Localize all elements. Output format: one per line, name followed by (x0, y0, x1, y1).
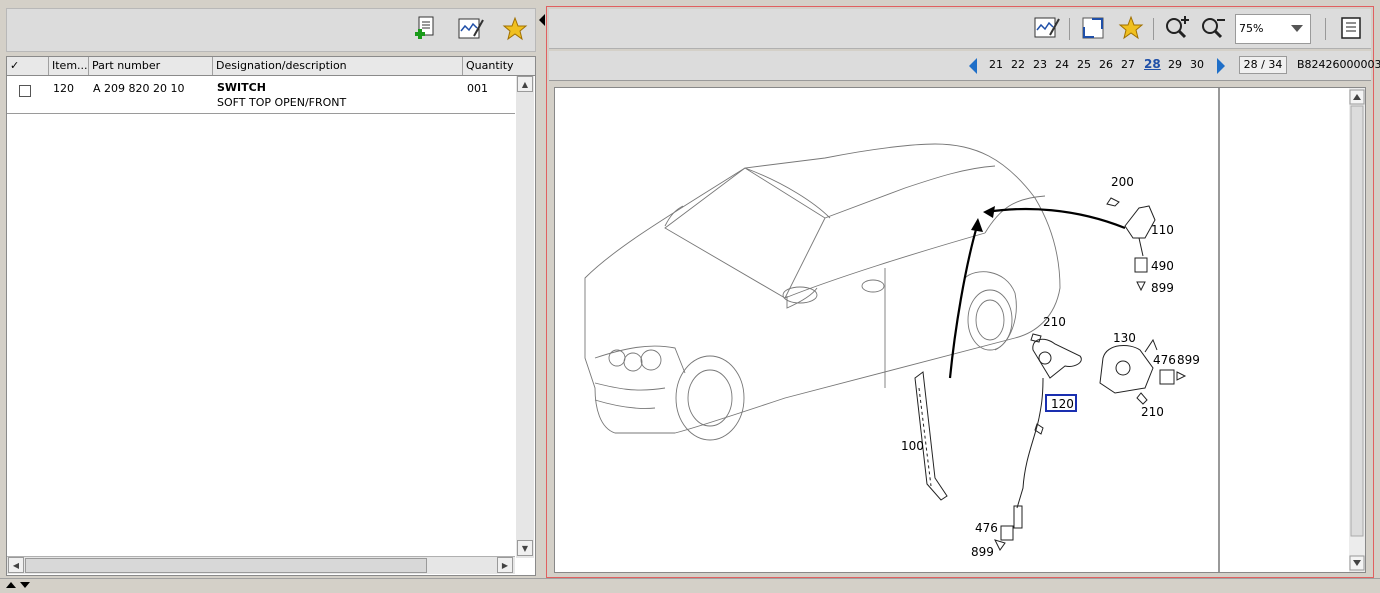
zoom-out-icon[interactable] (1199, 14, 1227, 42)
page-link[interactable]: 21 (989, 58, 1003, 71)
status-bar (0, 578, 1380, 591)
col-header-item[interactable]: Item... (49, 57, 89, 75)
row-select-checkbox[interactable] (19, 85, 31, 97)
callout-210[interactable]: 210 (1141, 405, 1164, 419)
callout-110[interactable]: 110 (1151, 223, 1174, 237)
notes-edit-icon[interactable] (457, 15, 485, 43)
col-header-select[interactable]: ✓ (7, 57, 49, 75)
part-130-bracket (1099, 338, 1187, 405)
page-link[interactable]: 30 (1190, 58, 1204, 71)
page-navigator: 21 22 23 24 25 26 27 28 29 30 28 / 34 B8… (549, 51, 1380, 81)
current-page-link[interactable]: 28 (1144, 57, 1161, 71)
page-link[interactable]: 27 (1121, 58, 1135, 71)
horizontal-scroll-thumb[interactable] (25, 558, 427, 573)
screw-210-icon (1030, 333, 1042, 343)
document-code: B82426000003 (1297, 58, 1380, 71)
callout-490[interactable]: 490 (1151, 259, 1174, 273)
add-to-list-icon[interactable] (411, 15, 439, 43)
cell-quantity: 001 (467, 82, 488, 95)
document-list-icon[interactable] (1337, 14, 1365, 42)
notes-edit-icon[interactable] (1033, 14, 1061, 42)
callout-899[interactable]: 899 (1151, 281, 1174, 295)
page-link[interactable]: 29 (1168, 58, 1182, 71)
callout-130[interactable]: 130 (1113, 331, 1136, 345)
callout-210[interactable]: 210 (1043, 315, 1066, 329)
cell-designation: SWITCH (217, 81, 266, 94)
page-link[interactable]: 23 (1033, 58, 1047, 71)
cell-part-number: A 209 820 20 10 (93, 82, 185, 95)
callout-100[interactable]: 100 (901, 439, 924, 453)
scroll-down-icon[interactable]: ▼ (517, 540, 533, 556)
collapse-pane-icon[interactable] (538, 12, 546, 28)
page-link[interactable]: 22 (1011, 58, 1025, 71)
part-100-bracket (914, 371, 948, 501)
arrow-head-icon (971, 218, 983, 232)
col-header-designation[interactable]: Designation/description (213, 57, 463, 75)
parts-drawing-svg: 200 110 490 899 210 130 476 899 120 210 … (584, 88, 1365, 572)
table-header: ✓ Item... Part number Designation/descri… (7, 57, 535, 76)
zoom-value: 75% (1239, 22, 1264, 35)
page-link[interactable]: 25 (1077, 58, 1091, 71)
scroll-right-icon[interactable]: ▶ (497, 557, 513, 573)
col-header-quantity[interactable]: Quantity (463, 57, 535, 75)
callout-476[interactable]: 476 (1153, 353, 1176, 367)
favorite-star-icon[interactable] (1117, 14, 1145, 42)
page-counter: 28 / 34 (1239, 56, 1287, 74)
col-header-part-number[interactable]: Part number (89, 57, 213, 75)
cap-899-icon (994, 539, 1006, 551)
part-120-switch (1013, 338, 1082, 529)
table-row[interactable]: 120 A 209 820 20 10 SWITCH SOFT TOP OPEN… (7, 76, 515, 114)
drawing-scroll-thumb[interactable] (1350, 105, 1364, 537)
toolbar-separator (1153, 18, 1154, 40)
favorite-star-icon[interactable] (501, 15, 529, 43)
scroll-up-icon[interactable]: ▲ (517, 76, 533, 92)
fullscreen-icon[interactable] (1079, 14, 1107, 42)
car-outline (584, 143, 1061, 441)
toolbar-separator (1069, 18, 1070, 40)
callout-899[interactable]: 899 (971, 545, 994, 559)
status-expand-icon[interactable] (5, 580, 33, 593)
zoom-in-icon[interactable] (1163, 14, 1191, 42)
exploded-view-drawing[interactable]: 200 110 490 899 210 130 476 899 120 210 … (554, 87, 1366, 573)
page-link[interactable]: 24 (1055, 58, 1069, 71)
scroll-left-icon[interactable]: ◀ (8, 557, 24, 573)
callout-899[interactable]: 899 (1177, 353, 1200, 367)
part-110-switch (1106, 197, 1156, 292)
horizontal-scrollbar[interactable]: ◀ ▶ (7, 556, 515, 574)
arrow-to-roof (986, 207, 1126, 230)
drawing-toolbar: 75% (549, 9, 1371, 49)
connector-476-icon (1000, 525, 1014, 541)
previous-page-icon[interactable] (967, 57, 979, 78)
arrow-head-icon (983, 206, 995, 218)
next-page-icon[interactable] (1215, 57, 1227, 78)
page-link[interactable]: 26 (1099, 58, 1113, 71)
parts-list-toolbar (6, 8, 536, 52)
parts-table: ✓ Item... Part number Designation/descri… (6, 56, 536, 576)
callout-120[interactable]: 120 (1051, 397, 1074, 411)
cell-description: SOFT TOP OPEN/FRONT (217, 96, 347, 109)
parts-list-pane: ✓ Item... Part number Designation/descri… (0, 0, 537, 578)
vertical-scrollbar[interactable]: ▲ ▼ (516, 76, 534, 558)
chevron-down-icon[interactable] (1290, 23, 1304, 36)
toolbar-separator (1325, 18, 1326, 40)
zoom-select[interactable]: 75% (1235, 14, 1311, 44)
callout-200[interactable]: 200 (1111, 175, 1134, 189)
callout-476[interactable]: 476 (975, 521, 998, 535)
cell-item: 120 (53, 82, 74, 95)
drawing-pane: 75% 21 22 23 24 25 26 27 28 29 30 28 / 3… (546, 6, 1380, 578)
arrow-to-pillar (948, 225, 979, 379)
